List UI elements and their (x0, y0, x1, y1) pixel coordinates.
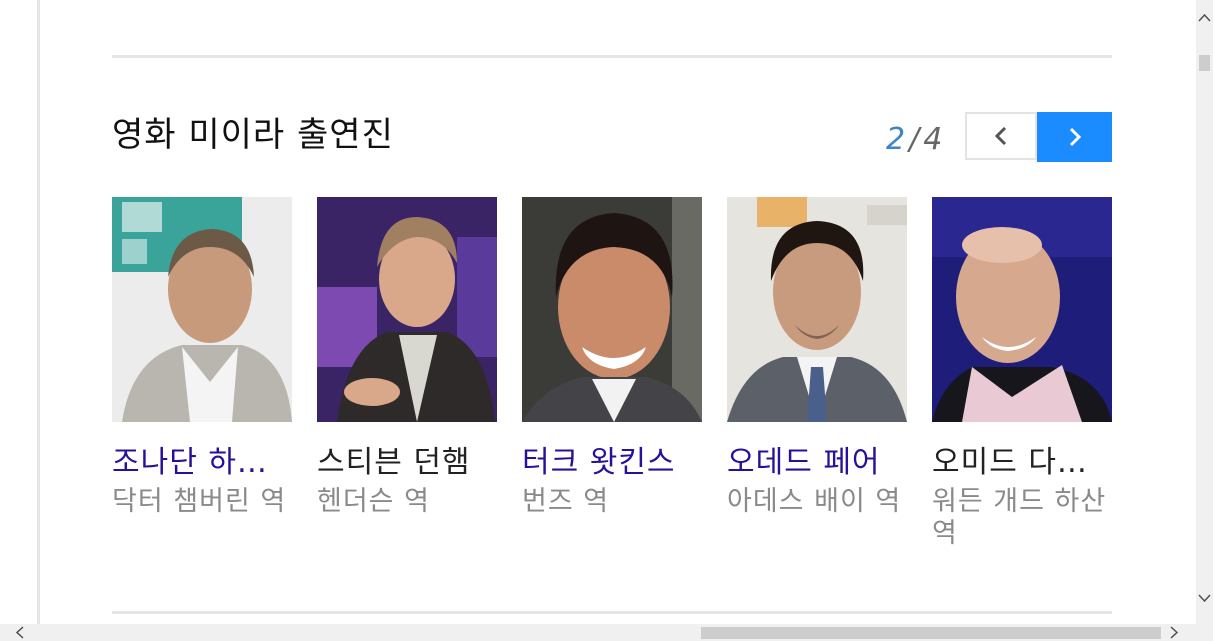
chevron-left-icon (994, 126, 1007, 146)
cast-card[interactable]: 스티븐 던햄 헨더슨 역 (317, 197, 497, 518)
vertical-scroll-thumb[interactable] (1199, 55, 1210, 71)
page-separator: / (909, 122, 920, 157)
top-divider (112, 55, 1112, 58)
cast-photo[interactable] (317, 197, 497, 422)
cast-card[interactable]: 오데드 페어 아데스 배이 역 (727, 197, 907, 518)
prev-page-button[interactable] (965, 112, 1037, 160)
next-page-button[interactable] (1037, 112, 1112, 162)
cast-name[interactable]: 오데드 페어 (727, 444, 907, 482)
bottom-divider (112, 611, 1112, 614)
horizontal-scroll-thumb[interactable] (701, 627, 1161, 639)
scroll-left-icon[interactable] (14, 624, 26, 641)
left-gutter (0, 0, 40, 624)
page-indicator: 2/4 (886, 122, 942, 158)
cast-photo[interactable] (932, 197, 1112, 422)
cast-role: 헨더슨 역 (317, 486, 430, 517)
cast-role: 아데스 배이 역 (727, 486, 902, 517)
cast-card[interactable]: 터크 왓킨스 번즈 역 (522, 197, 702, 518)
cast-role: 닥터 챔버린 역 (112, 486, 287, 517)
section-title: 영화 미이라 출연진 (112, 115, 394, 155)
cast-card[interactable]: 조나단 하… 닥터 챔버린 역 (112, 197, 292, 518)
cast-photo[interactable] (727, 197, 907, 422)
scroll-down-icon[interactable] (1196, 592, 1213, 604)
scroll-right-icon[interactable] (1168, 624, 1180, 641)
cast-role: 번즈 역 (522, 486, 610, 517)
scroll-up-icon[interactable] (1196, 12, 1213, 24)
chevron-right-icon (1069, 127, 1081, 147)
page-current: 2 (886, 122, 906, 157)
cast-name[interactable]: 터크 왓킨스 (522, 444, 702, 482)
vertical-scrollbar[interactable] (1196, 0, 1213, 624)
cast-card[interactable]: 오미드 다… 워든 개드 하산 역 (932, 197, 1112, 550)
cast-name[interactable]: 오미드 다… (932, 444, 1112, 482)
cast-photo[interactable] (522, 197, 702, 422)
cast-name[interactable]: 스티븐 던햄 (317, 444, 497, 482)
cast-role: 워든 개드 하산 역 (932, 486, 1107, 549)
page-total: 4 (923, 122, 943, 157)
cast-photo[interactable] (112, 197, 292, 422)
cast-name[interactable]: 조나단 하… (112, 444, 292, 482)
horizontal-scrollbar[interactable] (0, 624, 1213, 641)
